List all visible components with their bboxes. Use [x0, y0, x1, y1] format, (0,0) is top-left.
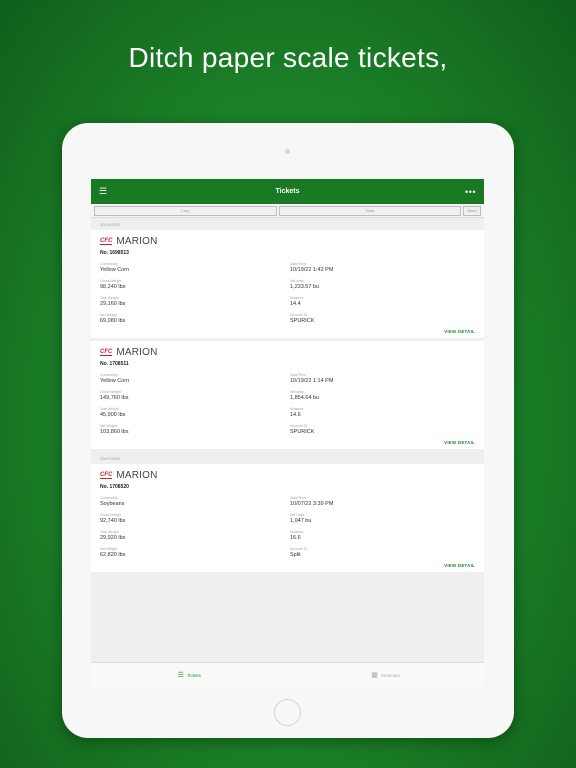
navbar: ☰ Tickets ••• — [91, 179, 484, 204]
cfc-logo: CFC — [100, 237, 113, 245]
tab-tickets-label: Tickets — [186, 672, 201, 678]
crop-filter-button[interactable]: Crop — [94, 205, 277, 216]
calendar-icon: ▦ — [371, 672, 378, 679]
hamburger-icon[interactable]: ☰ — [99, 186, 115, 197]
ticket-card[interactable]: CFC MARION No. 1708520 Commodity Soybeans… — [91, 464, 484, 572]
net-weight-value: 103,860 lbs — [100, 429, 129, 435]
home-button[interactable] — [274, 699, 301, 726]
net-units-value: 1,233.57 bu — [290, 284, 320, 290]
more-filter-button[interactable]: More — [463, 205, 481, 216]
tare-weight-value: 29,920 lbs — [100, 535, 126, 541]
filter-bar: Crop Seas More — [91, 204, 484, 218]
moisture-value: 14.4 — [290, 301, 301, 307]
commodity-value: Yellow Corn — [100, 267, 130, 273]
net-units-value: 1,047 bu — [290, 518, 312, 524]
tab-summary-label: Summary — [380, 672, 401, 678]
commodity-value: Yellow Corn — [100, 378, 130, 384]
location-name: MARION — [116, 235, 158, 247]
account-id-value: Split — [290, 552, 301, 558]
ticket-number: No. 1708511 — [100, 361, 129, 367]
season-filter-button[interactable]: Seas — [278, 205, 461, 216]
ticket-card[interactable]: CFC MARION No. 1708511 Commodity Yellow C… — [91, 341, 484, 449]
datetime-value: 10/19/22 1:14 PM — [290, 378, 334, 384]
date-header: 10/07/2022 — [100, 456, 121, 461]
list-icon: ☰ — [177, 672, 184, 679]
ticket-number: No. 1698513 — [100, 250, 129, 256]
ticket-list: 10/19/2022 CFC MARION No. 1698513 Commod… — [91, 218, 484, 662]
account-id-value: SPURICK — [290, 318, 315, 324]
datetime-value: 10/19/22 1:42 PM — [290, 267, 334, 273]
tab-summary[interactable]: ▦ Summary — [288, 671, 485, 679]
tablet-frame: ☰ Tickets ••• Crop Seas More 10/19/2022 … — [62, 123, 514, 738]
commodity-value: Soybeans — [100, 501, 125, 507]
net-weight-value: 69,080 lbs — [100, 318, 126, 324]
view-detail-button[interactable]: VIEW DETAIL — [100, 563, 475, 568]
ticket-card[interactable]: CFC MARION No. 1698513 Commodity Yellow C… — [91, 230, 484, 338]
headline: Ditch paper scale tickets, — [128, 42, 448, 73]
gross-weight-value: 98,240 lbs — [100, 284, 126, 290]
gross-weight-value: 92,740 lbs — [100, 518, 126, 524]
tab-tickets[interactable]: ☰ Tickets — [91, 671, 288, 679]
date-header: 10/19/2022 — [100, 222, 121, 227]
datetime-value: 10/07/22 3:39 PM — [290, 501, 334, 507]
cfc-logo: CFC — [100, 471, 113, 479]
camera-dot — [285, 149, 290, 154]
net-weight-value: 62,820 lbs — [100, 552, 126, 558]
moisture-value: 16.6 — [290, 535, 301, 541]
tare-weight-value: 45,900 lbs — [100, 412, 126, 418]
tare-weight-value: 29,160 lbs — [100, 301, 126, 307]
view-detail-button[interactable]: VIEW DETAIL — [100, 440, 475, 445]
ticket-number: No. 1708520 — [100, 484, 129, 490]
more-icon[interactable]: ••• — [460, 187, 476, 197]
gross-weight-value: 149,760 lbs — [100, 395, 129, 401]
tab-bar: ☰ Tickets ▦ Summary — [91, 662, 484, 687]
location-name: MARION — [116, 469, 158, 481]
cfc-logo: CFC — [100, 348, 113, 356]
location-name: MARION — [116, 346, 158, 358]
page-title: Tickets — [275, 188, 300, 195]
account-id-value: SPURICK — [290, 429, 315, 435]
moisture-value: 14.6 — [290, 412, 301, 418]
app-screen: ☰ Tickets ••• Crop Seas More 10/19/2022 … — [91, 179, 484, 687]
view-detail-button[interactable]: VIEW DETAIL — [100, 329, 475, 334]
net-units-value: 1,854.64 bu — [290, 395, 320, 401]
